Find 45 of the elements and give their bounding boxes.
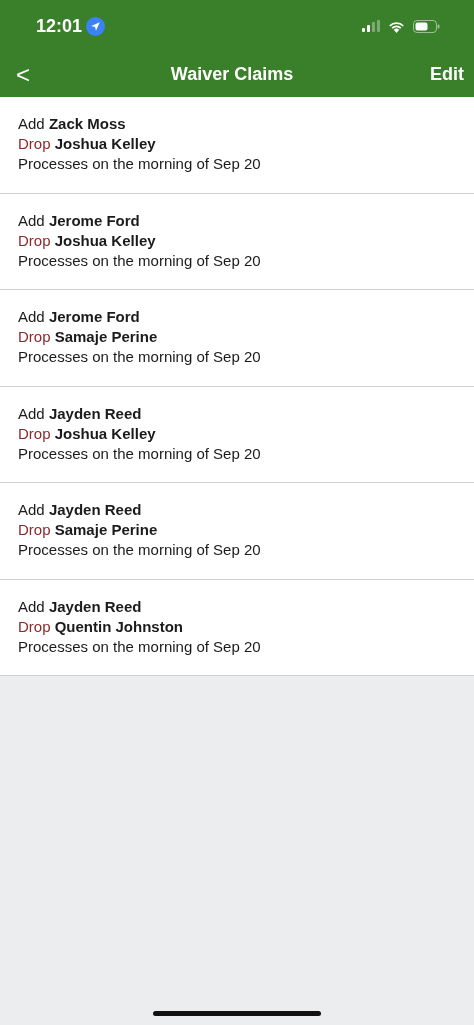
location-icon	[86, 16, 106, 36]
battery-icon	[413, 19, 440, 33]
process-note: Processes on the morning of Sep 20	[18, 541, 261, 558]
add-label: Add	[18, 501, 45, 518]
home-indicator[interactable]	[153, 1011, 321, 1016]
clock-time: 12:01	[36, 14, 83, 38]
drop-label: Drop	[18, 328, 51, 345]
player-name: Joshua Kelley	[54, 135, 156, 152]
add-label: Add	[18, 308, 45, 325]
process-note: Processes on the morning of Sep 20	[18, 444, 261, 462]
player-name: Jayden Reed	[48, 501, 142, 518]
drop-label: Drop	[18, 231, 51, 249]
add-label: Add	[18, 211, 45, 229]
edit-button[interactable]: Edit	[430, 61, 464, 88]
player-name: Joshua Kelley	[54, 231, 156, 249]
player-name: Jayden Reed	[48, 404, 142, 422]
process-note: Processes on the morning of Sep 20	[18, 348, 261, 365]
add-label: Add	[18, 597, 45, 615]
screen-title: Waiver Claims	[170, 63, 294, 86]
player-name: Jayden Reed	[48, 597, 142, 615]
claim-row[interactable]: Add Jerome Ford Drop Joshua Kelley Processes on the morning of Sep 20	[0, 193, 474, 290]
process-note: Processes on the morning of Sep 20	[18, 251, 261, 269]
add-label: Add	[18, 404, 45, 422]
claim-row[interactable]: Add Jerome Ford Drop Samaje Perine Processes on the morning of Sep 20	[0, 290, 474, 387]
claim-row[interactable]: Add Jayden Reed Drop Samaje Perine Processes on the morning of Sep 20	[0, 483, 474, 580]
drop-label: Drop	[18, 424, 51, 442]
player-name: Samaje Perine	[54, 521, 158, 538]
player-name: Samaje Perine	[54, 328, 158, 345]
drop-label: Drop	[18, 521, 51, 538]
player-name: Quentin Johnston	[54, 617, 183, 635]
drop-label: Drop	[18, 617, 51, 635]
signal-icon	[362, 20, 380, 32]
process-note: Processes on the morning of Sep 20	[18, 155, 261, 172]
player-name: Jerome Ford	[48, 308, 140, 325]
claim-row[interactable]: Add Jayden Reed Drop Quentin Johnston Processes on the morning of Sep 20	[0, 579, 474, 676]
player-name: Jerome Ford	[48, 211, 140, 229]
claim-row[interactable]: Add Jayden Reed Drop Joshua Kelley Processes on the morning of Sep 20	[0, 386, 474, 483]
wifi-icon	[388, 19, 405, 33]
process-note: Processes on the morning of Sep 20	[18, 637, 261, 655]
player-name: Joshua Kelley	[54, 424, 156, 442]
claim-row[interactable]: Add Zack Moss Drop Joshua Kelley Processes on the morning of Sep 20	[0, 97, 474, 194]
drop-label: Drop	[18, 135, 51, 152]
add-label: Add	[18, 115, 45, 132]
back-button[interactable]: <	[12, 62, 34, 87]
player-name: Zack Moss	[48, 115, 126, 132]
